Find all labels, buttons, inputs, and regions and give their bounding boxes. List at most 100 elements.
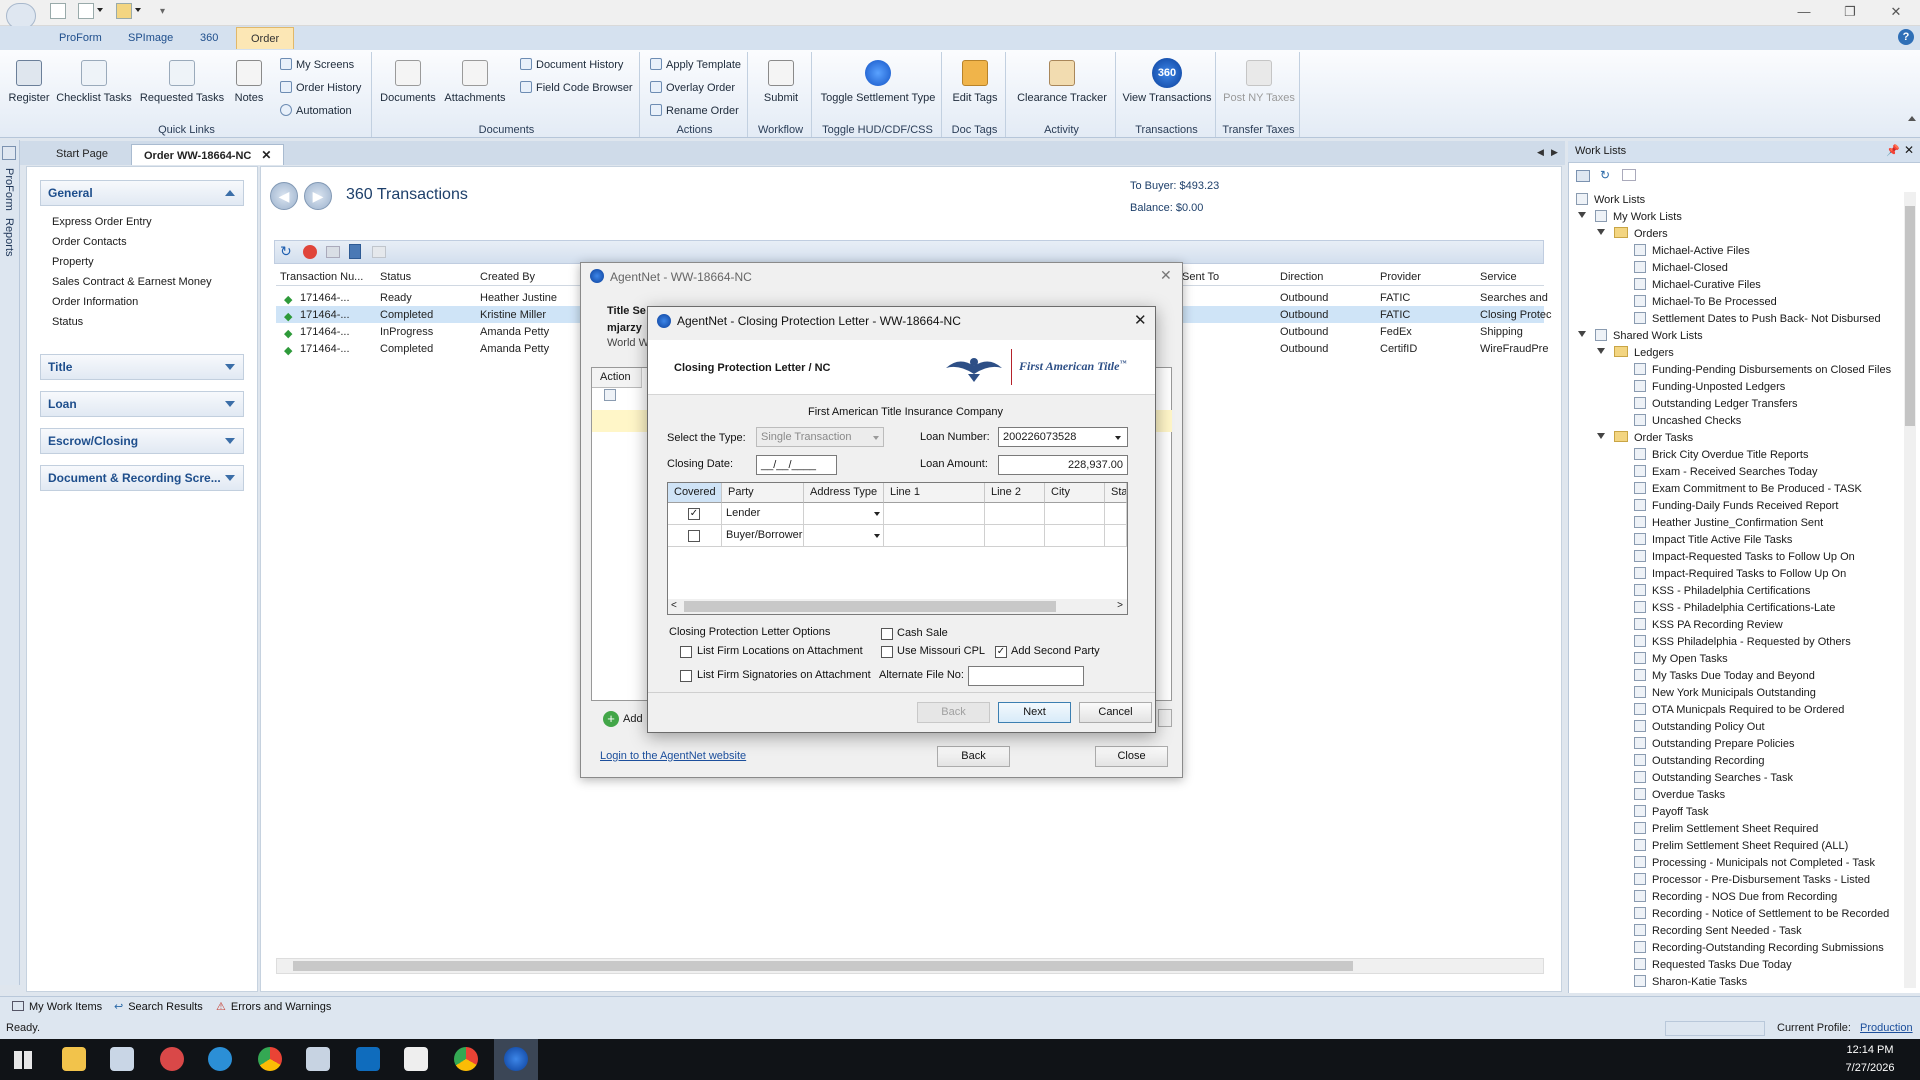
nav-order-information[interactable]: Order Information	[52, 296, 138, 308]
tree-ledger-item[interactable]: Outstanding Ledger Transfers	[1634, 397, 1798, 410]
add-icon[interactable]: +	[603, 711, 619, 727]
expand-caret-icon[interactable]	[1597, 348, 1605, 354]
cpl-cancel-button[interactable]: Cancel	[1079, 702, 1152, 723]
tree-task-item[interactable]: Outstanding Searches - Task	[1634, 771, 1793, 784]
proform-pin-icon[interactable]	[2, 146, 16, 160]
tab-scroll-left-icon[interactable]: ◀	[1537, 147, 1544, 158]
grid-cell-party[interactable]: Buyer/Borrower	[722, 525, 804, 547]
tree-order-item[interactable]: Michael-Active Files	[1634, 244, 1750, 257]
tree-task-item[interactable]: My Tasks Due Today and Beyond	[1634, 669, 1815, 682]
missouri-cpl-checkbox[interactable]	[881, 646, 893, 658]
toggle-settlement-type-button[interactable]: Toggle Settlement Type	[816, 60, 940, 104]
nav-order-contacts[interactable]: Order Contacts	[52, 236, 127, 248]
tab-order-ww-18664-nc[interactable]: Order WW-18664-NC ✕	[131, 144, 285, 165]
new-document-icon[interactable]	[78, 3, 94, 19]
col-provider[interactable]: Provider	[1380, 271, 1421, 283]
tree-task-item[interactable]: Outstanding Prepare Policies	[1634, 737, 1794, 750]
loan-number-select[interactable]: 200226073528	[998, 427, 1128, 447]
firm-locations-checkbox[interactable]	[680, 646, 692, 658]
firm-signatories-checkbox[interactable]	[680, 670, 692, 682]
app-icon-red[interactable]	[160, 1047, 184, 1071]
section-loan[interactable]: Loan	[40, 391, 244, 417]
covered-checkbox[interactable]: ✓	[688, 508, 700, 520]
clock-date[interactable]: 7/27/2026	[1830, 1062, 1910, 1074]
email-icon[interactable]	[326, 246, 340, 258]
section-general[interactable]: General	[40, 180, 244, 206]
expand-caret-icon[interactable]	[1578, 212, 1586, 218]
clock-time[interactable]: 12:14 PM	[1830, 1044, 1910, 1056]
outlook-icon[interactable]	[356, 1047, 380, 1071]
section-document-recording[interactable]: Document & Recording Scre...	[40, 465, 244, 491]
tree-shared-work-lists[interactable]: Shared Work Lists	[1578, 329, 1703, 342]
notepad-icon[interactable]	[110, 1047, 134, 1071]
tree-task-item[interactable]: Recording - Notice of Settlement to be R…	[1634, 907, 1889, 920]
agentnet-back-button[interactable]: Back	[937, 746, 1010, 767]
scroll-left-icon[interactable]: <	[671, 600, 677, 611]
restore-button[interactable]: ❐	[1830, 3, 1870, 21]
tree-task-item[interactable]: Processing - Municipals not Completed - …	[1634, 856, 1875, 869]
clearance-tracker-button[interactable]: Clearance Tracker	[1010, 60, 1114, 104]
cancel-transaction-icon[interactable]	[303, 245, 317, 259]
nav-status[interactable]: Status	[52, 316, 83, 328]
tab-search-results[interactable]: ↩ Search Results	[108, 998, 209, 1016]
col-transaction-number[interactable]: Transaction Nu...	[280, 271, 363, 283]
tree-ledger-item[interactable]: Funding-Unposted Ledgers	[1634, 380, 1785, 393]
tree-task-item[interactable]: New York Municipals Outstanding	[1634, 686, 1816, 699]
app-icon-leaf[interactable]	[404, 1047, 428, 1071]
expand-caret-icon[interactable]	[1597, 229, 1605, 235]
document-history-button[interactable]: Document History	[520, 56, 623, 74]
tree-task-item[interactable]: Impact Title Active File Tasks	[1634, 533, 1792, 546]
expand-caret-icon[interactable]	[1597, 433, 1605, 439]
tab-order[interactable]: Order	[236, 27, 295, 49]
tree-orders[interactable]: Orders	[1597, 227, 1668, 240]
tree-task-item[interactable]: My Open Tasks	[1634, 652, 1728, 665]
tab-proform[interactable]: ProForm	[45, 27, 116, 49]
notes-button[interactable]: Notes	[230, 60, 268, 104]
cpl-close-icon[interactable]: ✕	[1134, 311, 1147, 329]
tree-task-item[interactable]: Recording Sent Needed - Task	[1634, 924, 1802, 937]
tab-360[interactable]: 360	[186, 27, 232, 49]
360-taskbar-icon[interactable]	[504, 1047, 528, 1071]
help-icon[interactable]: ?	[1898, 29, 1914, 45]
collapse-ribbon-icon[interactable]	[1908, 116, 1916, 121]
chrome-icon[interactable]	[258, 1047, 282, 1071]
dropdown-toggle[interactable]	[1158, 709, 1172, 727]
tree-ledgers[interactable]: Ledgers	[1597, 346, 1674, 359]
open-folder-icon[interactable]	[116, 3, 132, 19]
section-title[interactable]: Title	[40, 354, 244, 380]
settings-icon[interactable]	[1622, 169, 1636, 181]
col-service[interactable]: Service	[1480, 271, 1517, 283]
tree-task-item[interactable]: Impact-Requested Tasks to Follow Up On	[1634, 550, 1855, 563]
file-explorer-icon[interactable]	[62, 1047, 86, 1071]
tree-ledger-item[interactable]: Uncashed Checks	[1634, 414, 1741, 427]
tree-my-work-lists[interactable]: My Work Lists	[1578, 210, 1682, 223]
grid-cell-city[interactable]	[1045, 503, 1105, 525]
tree-task-item[interactable]: KSS Philadelphia - Requested by Others	[1634, 635, 1851, 648]
grid-cell-city[interactable]	[1045, 525, 1105, 547]
tree-task-item[interactable]: Prelim Settlement Sheet Required (ALL)	[1634, 839, 1848, 852]
grid-cell-line1[interactable]	[884, 525, 985, 547]
grid-scroll-thumb[interactable]	[684, 601, 1056, 612]
back-arrow-icon[interactable]: ◀	[270, 182, 298, 210]
close-window-button[interactable]: ✕	[1876, 3, 1916, 21]
close-tab-icon[interactable]: ✕	[261, 148, 271, 162]
attachments-button[interactable]: Attachments	[442, 60, 508, 104]
overlay-order-button[interactable]: Overlay Order	[650, 79, 735, 97]
chrome-profile-icon[interactable]	[454, 1047, 478, 1071]
field-code-browser-button[interactable]: Field Code Browser	[520, 79, 633, 97]
refresh-work-lists-icon[interactable]: ↻	[1600, 168, 1610, 182]
customize-toolbar-icon[interactable]: ▾	[160, 6, 165, 17]
col-status[interactable]: Status	[380, 271, 411, 283]
tree-order-tasks[interactable]: Order Tasks	[1597, 431, 1693, 444]
tree-task-item[interactable]: OTA Municpals Required to be Ordered	[1634, 703, 1844, 716]
section-escrow-closing[interactable]: Escrow/Closing	[40, 428, 244, 454]
grid-cell-line1[interactable]	[884, 503, 985, 525]
tree-order-item[interactable]: Michael-To Be Processed	[1634, 295, 1777, 308]
col-created-by[interactable]: Created By	[480, 271, 535, 283]
tree-task-item[interactable]: Brick City Overdue Title Reports	[1634, 448, 1809, 461]
tab-scroll-right-icon[interactable]: ▶	[1551, 147, 1558, 158]
print-icon[interactable]	[372, 246, 386, 258]
grid-col-party[interactable]: Party	[722, 483, 804, 503]
col-direction[interactable]: Direction	[1280, 271, 1323, 283]
scroll-right-icon[interactable]: >	[1117, 600, 1123, 611]
